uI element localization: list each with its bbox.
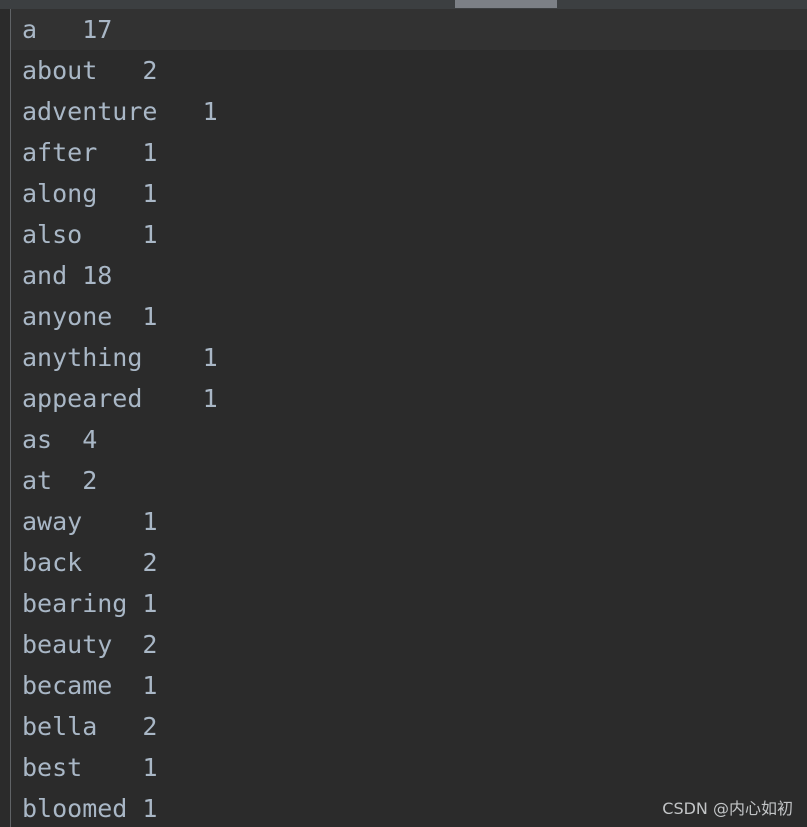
tab-spacer [97, 706, 142, 747]
output-line[interactable]: best 1 [0, 747, 807, 788]
count-token: 2 [142, 548, 158, 577]
word-token: anyone [22, 302, 113, 331]
output-line[interactable]: beauty 2 [0, 624, 807, 665]
output-line[interactable]: at 2 [0, 460, 807, 501]
word-token: bella [22, 712, 98, 741]
tab-spacer [82, 501, 142, 542]
tab-spacer [97, 50, 142, 91]
word-token: bearing [22, 589, 128, 618]
tab-spacer [37, 9, 82, 50]
tab-spacer [112, 624, 142, 665]
count-token: 1 [202, 97, 218, 126]
output-line[interactable]: as 4 [0, 419, 807, 460]
count-token: 1 [142, 179, 158, 208]
tab-spacer [142, 378, 202, 419]
word-token: adventure [22, 97, 158, 126]
tab-spacer [52, 460, 82, 501]
word-token: after [22, 138, 98, 167]
output-line[interactable]: bearing 1 [0, 583, 807, 624]
output-line[interactable]: bella 2 [0, 706, 807, 747]
count-token: 18 [82, 261, 113, 290]
word-token: appeared [22, 384, 143, 413]
count-token: 1 [142, 507, 158, 536]
output-line[interactable]: away 1 [0, 501, 807, 542]
word-token: beauty [22, 630, 113, 659]
output-line[interactable]: also 1 [0, 214, 807, 255]
word-token: away [22, 507, 83, 536]
tab-spacer [82, 542, 142, 583]
tab-spacer [112, 665, 142, 706]
word-token: as [22, 425, 53, 454]
output-line[interactable]: a 17 [0, 9, 807, 50]
count-token: 2 [82, 466, 98, 495]
count-token: 1 [202, 343, 218, 372]
count-token: 1 [202, 384, 218, 413]
output-line[interactable]: anyone 1 [0, 296, 807, 337]
count-token: 1 [142, 753, 158, 782]
count-token: 1 [142, 302, 158, 331]
tab-spacer [67, 255, 82, 296]
count-token: 4 [82, 425, 98, 454]
output-line[interactable]: anything 1 [0, 337, 807, 378]
horizontal-scrollbar-thumb[interactable] [455, 0, 557, 8]
tab-spacer [157, 91, 202, 132]
word-token: anything [22, 343, 143, 372]
word-token: along [22, 179, 98, 208]
output-line[interactable]: appeared 1 [0, 378, 807, 419]
output-line[interactable]: bloomed 1 [0, 788, 807, 827]
output-line[interactable]: along 1 [0, 173, 807, 214]
tab-spacer [127, 583, 142, 624]
word-token: and [22, 261, 68, 290]
tab-spacer [97, 132, 142, 173]
tab-spacer [127, 788, 142, 827]
count-token: 1 [142, 220, 158, 249]
horizontal-scrollbar-track[interactable] [0, 0, 807, 9]
word-token: bloomed [22, 794, 128, 823]
count-token: 2 [142, 712, 158, 741]
count-token: 1 [142, 794, 158, 823]
output-line[interactable]: adventure 1 [0, 91, 807, 132]
word-token: a [22, 15, 38, 44]
count-token: 1 [142, 138, 158, 167]
output-line[interactable]: back 2 [0, 542, 807, 583]
tab-spacer [142, 337, 202, 378]
word-token: about [22, 56, 98, 85]
console-output-pane[interactable]: a 17 about 2 adventure 1 after 1 along 1 also… [0, 0, 807, 827]
count-token: 2 [142, 630, 158, 659]
gutter-divider [10, 9, 11, 827]
tab-spacer [112, 296, 142, 337]
tab-spacer [97, 173, 142, 214]
word-token: also [22, 220, 83, 249]
word-token: at [22, 466, 53, 495]
word-token: became [22, 671, 113, 700]
count-token: 2 [142, 56, 158, 85]
console-text-area[interactable]: a 17 about 2 adventure 1 after 1 along 1 also… [0, 9, 807, 827]
word-token: back [22, 548, 83, 577]
count-token: 1 [142, 671, 158, 700]
tab-spacer [82, 214, 142, 255]
count-token: 17 [82, 15, 113, 44]
output-line[interactable]: and 18 [0, 255, 807, 296]
output-line[interactable]: about 2 [0, 50, 807, 91]
tab-spacer [52, 419, 82, 460]
tab-spacer [82, 747, 142, 788]
word-token: best [22, 753, 83, 782]
output-line[interactable]: became 1 [0, 665, 807, 706]
output-line[interactable]: after 1 [0, 132, 807, 173]
count-token: 1 [142, 589, 158, 618]
